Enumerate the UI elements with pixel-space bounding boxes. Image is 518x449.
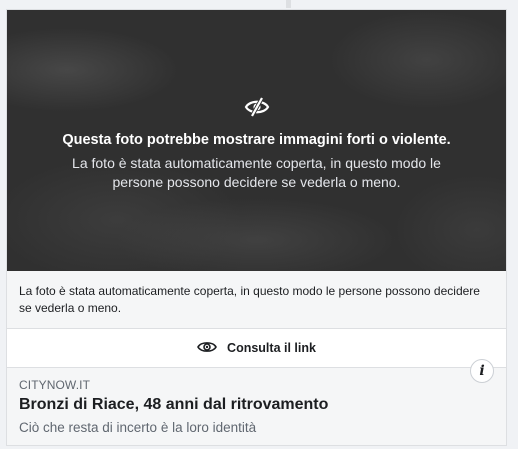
warning-title: Questa foto potrebbe mostrare immagini f… [62, 132, 451, 148]
consult-link-label: Consulta il link [227, 341, 316, 355]
link-subtitle: Ciò che resta di incerto è la loro ident… [19, 420, 257, 435]
post-card: Questa foto potrebbe mostrare immagini f… [6, 9, 507, 446]
link-domain: CITYNOW.IT [19, 378, 90, 392]
link-headline[interactable]: Bronzi di Riace, 48 anni dal ritrovament… [19, 396, 494, 414]
consult-link-button[interactable]: Consulta il link [7, 329, 506, 368]
warning-description: La foto è stata automaticamente coperta,… [72, 155, 441, 190]
auto-cover-notice: La foto è stata automaticamente coperta,… [7, 271, 506, 329]
eye-slash-icon [244, 96, 270, 118]
eye-icon [197, 340, 217, 357]
info-icon[interactable]: i [470, 359, 494, 383]
sensitive-content-cover[interactable]: Questa foto potrebbe mostrare immagini f… [7, 10, 506, 271]
top-divider [286, 0, 291, 8]
link-preview[interactable]: i CITYNOW.IT Bronzi di Riace, 48 anni da… [7, 359, 506, 445]
